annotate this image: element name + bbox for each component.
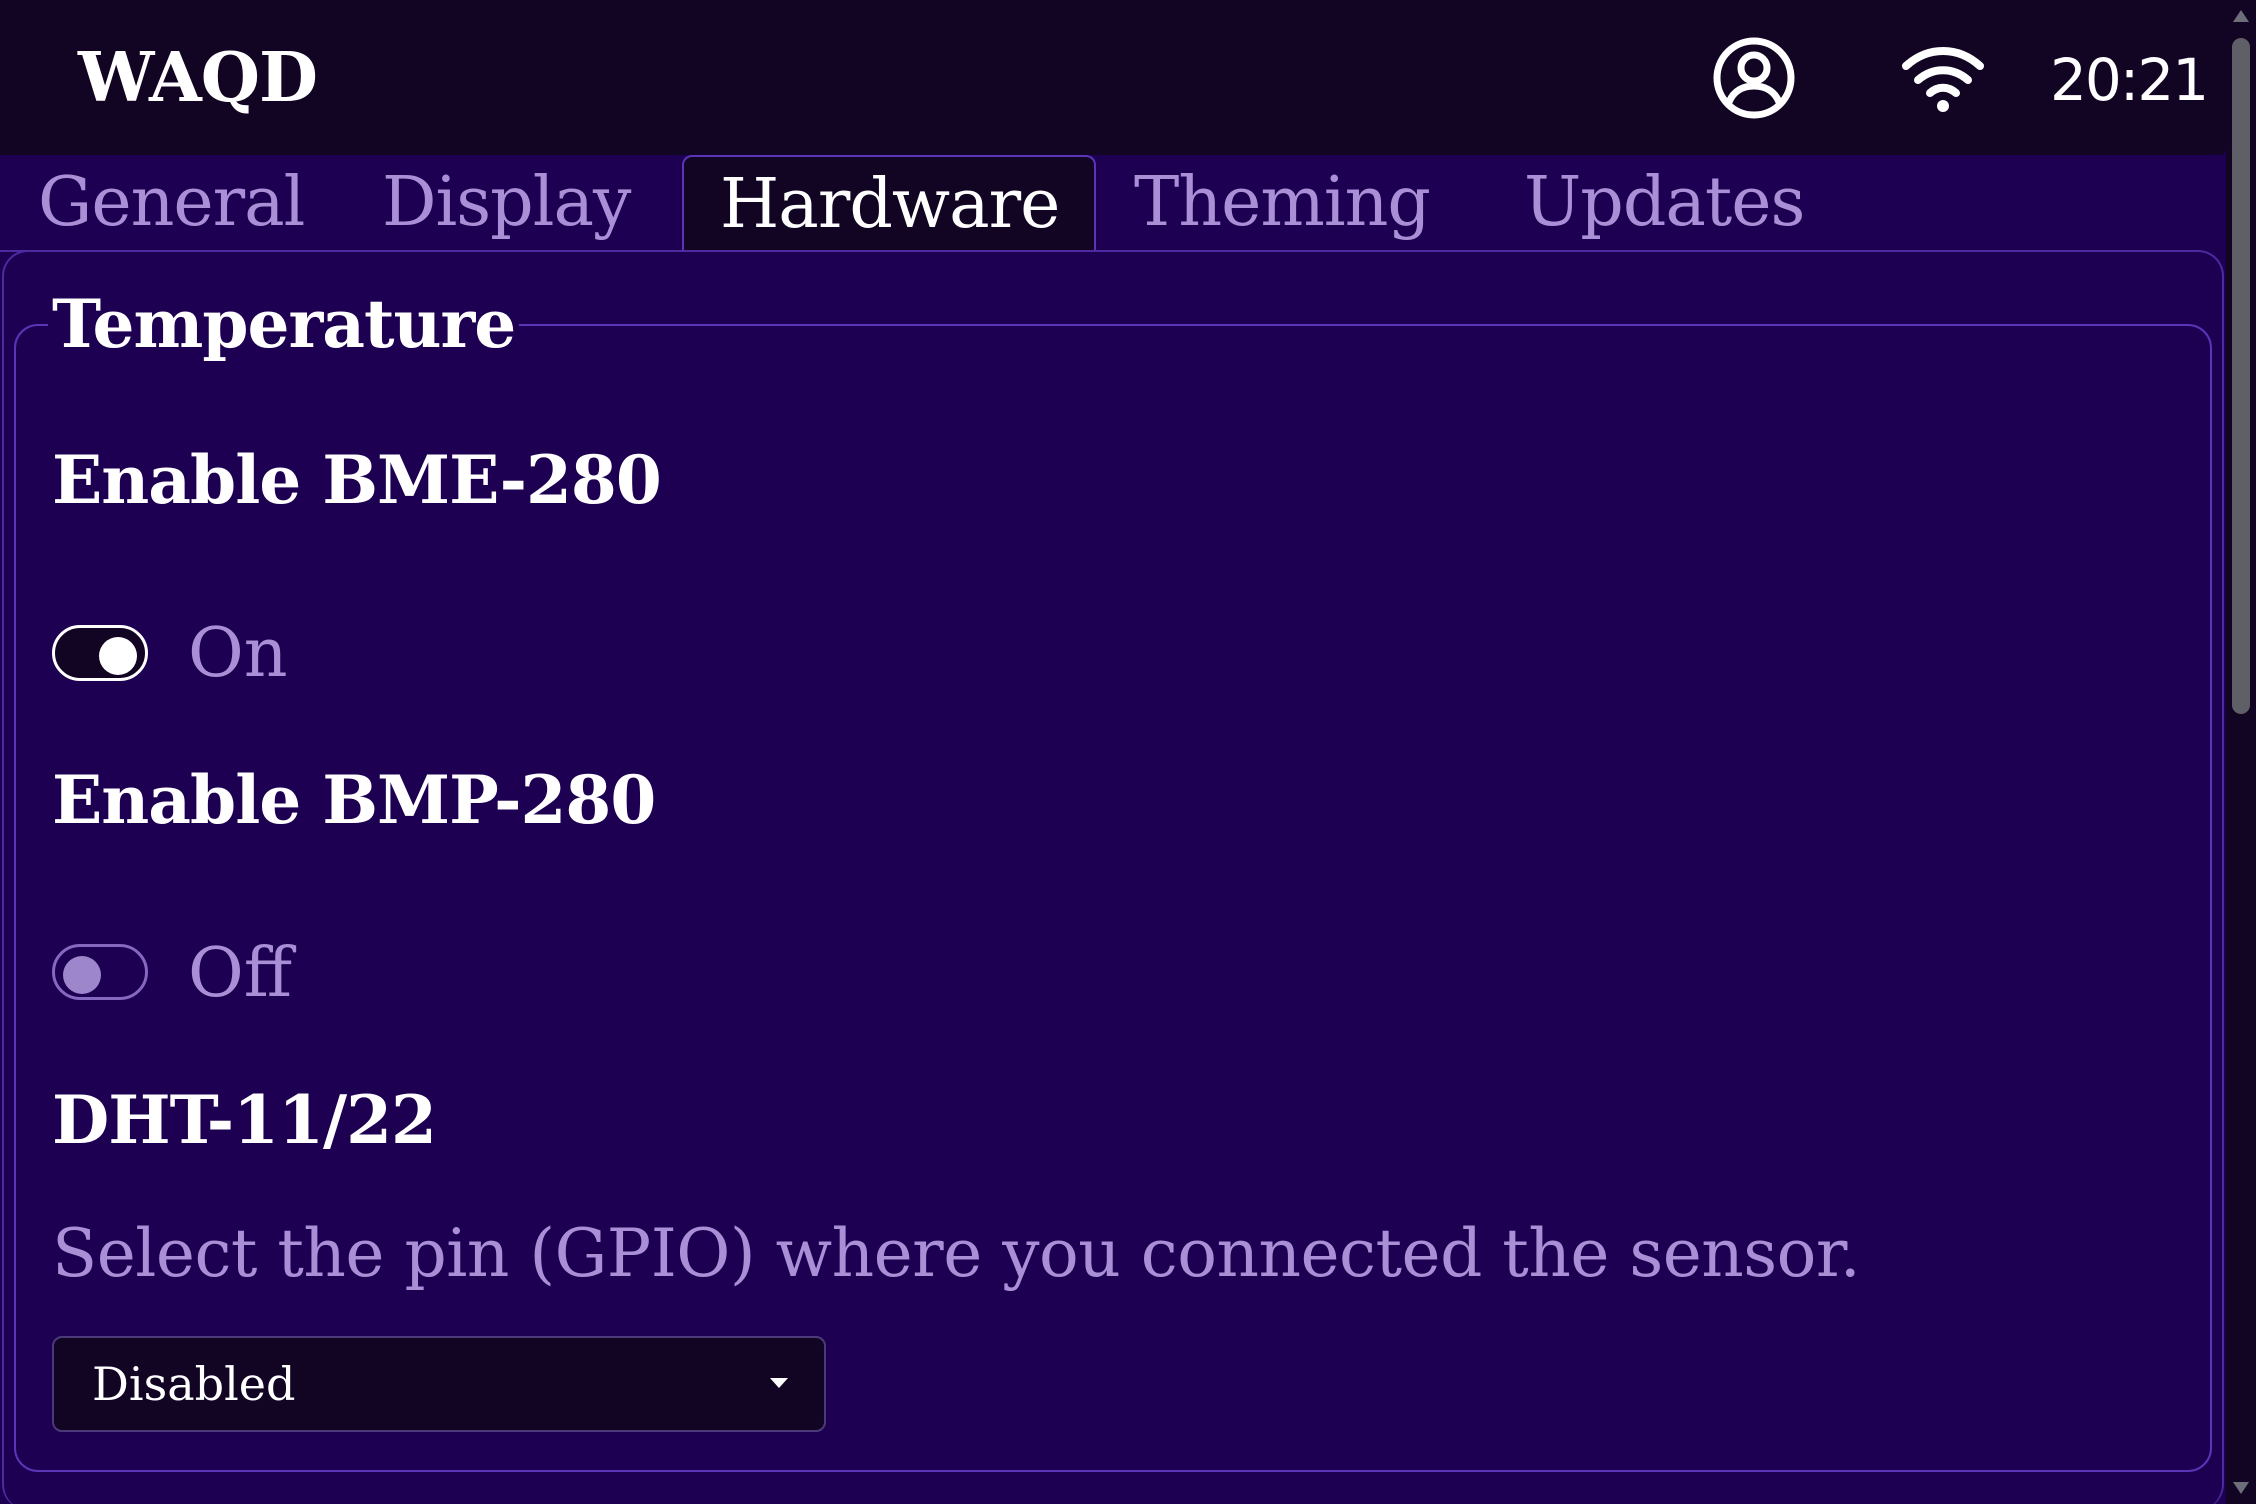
- bmp280-toggle[interactable]: [52, 944, 148, 1000]
- dht-title: DHT-11/22: [52, 1081, 437, 1159]
- clock: 20:21: [2050, 46, 2209, 114]
- section-legend: Temperature: [48, 282, 520, 366]
- account-circle-icon[interactable]: [1712, 36, 1796, 120]
- app-title: WAQD: [78, 38, 318, 118]
- tab-updates[interactable]: Updates: [1524, 155, 1805, 251]
- tab-hardware[interactable]: Hardware: [682, 155, 1096, 251]
- dropdown-arrow-icon: [770, 1378, 788, 1388]
- app-window: WAQD 20:21 General Display Hardware Them…: [0, 0, 2256, 1504]
- wifi-icon[interactable]: [1902, 44, 1984, 114]
- bme280-state-label: On: [188, 614, 288, 693]
- tab-display[interactable]: Display: [382, 155, 631, 251]
- scroll-thumb[interactable]: [2232, 38, 2250, 714]
- bme280-title: Enable BME-280: [52, 441, 662, 519]
- bme280-toggle[interactable]: [52, 625, 148, 681]
- tab-general[interactable]: General: [38, 155, 305, 251]
- dht-help-text: Select the pin (GPIO) where you connecte…: [52, 1215, 1861, 1292]
- scroll-down-icon[interactable]: [2233, 1482, 2249, 1494]
- tab-bar: General Display Hardware Theming Updates: [0, 155, 1850, 252]
- bmp280-state-label: Off: [188, 934, 293, 1013]
- gpio-pin-value: Disabled: [92, 1357, 296, 1411]
- gpio-pin-select[interactable]: Disabled: [52, 1336, 826, 1432]
- toggle-knob: [99, 637, 137, 675]
- bmp280-title: Enable BMP-280: [52, 761, 656, 839]
- tab-theming[interactable]: Theming: [1134, 155, 1431, 251]
- toggle-knob: [63, 956, 101, 994]
- scroll-up-icon[interactable]: [2233, 10, 2249, 22]
- vertical-scrollbar[interactable]: [2226, 0, 2256, 1504]
- top-bar: WAQD 20:21: [0, 0, 2226, 155]
